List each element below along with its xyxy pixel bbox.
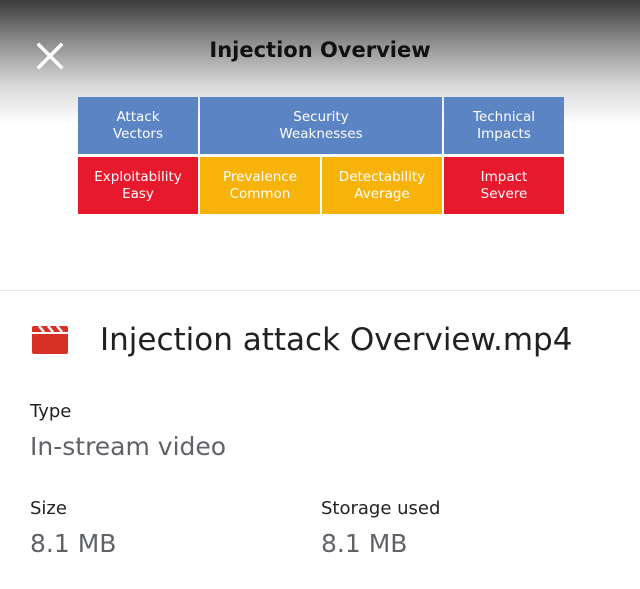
storage-value: 8.1 MB [321,529,408,558]
cell-line: Attack [116,108,160,125]
cell-line: Severe [480,185,528,202]
cell-line: Average [354,185,410,202]
file-name: Injection attack Overview.mp4 [100,322,573,358]
video-file-icon [32,325,68,354]
cell-line: Exploitability [94,168,182,185]
video-preview[interactable]: Injection Overview Attack Vectors Securi… [0,0,640,291]
type-section: Type In-stream video [30,401,226,461]
header-cell-technical-impacts: Technical Impacts [444,97,564,154]
preview-title: Injection Overview [209,38,431,62]
storage-label: Storage used [321,498,441,519]
size-section: Size 8.1 MB [30,498,116,558]
rating-cell-prevalence: Prevalence Common [200,157,320,214]
cell-line: Technical [473,108,535,125]
cell-line: Impacts [477,125,531,142]
size-label: Size [30,498,67,519]
rating-cell-exploitability: Exploitability Easy [78,157,198,214]
type-label: Type [30,401,72,422]
type-value: In-stream video [30,432,227,461]
cell-line: Easy [122,185,154,202]
cell-line: Detectability [338,168,426,185]
cell-line: Impact [480,168,528,185]
cell-line: Vectors [112,125,164,142]
header-cell-attack-vectors: Attack Vectors [78,97,198,154]
cell-line: Security [293,108,349,125]
header-cell-security-weaknesses: Security Weaknesses [200,97,442,154]
owasp-risk-table: Attack Vectors Security Weaknesses Techn… [78,97,564,214]
cell-line: Common [229,185,291,202]
rating-cell-impact: Impact Severe [444,157,564,214]
file-header: Injection attack Overview.mp4 [30,320,620,364]
rating-cell-detectability: Detectability Average [322,157,442,214]
cell-line: Prevalence [222,168,298,185]
size-value: 8.1 MB [30,529,117,558]
cell-line: Weaknesses [279,125,363,142]
storage-section: Storage used 8.1 MB [321,498,440,558]
